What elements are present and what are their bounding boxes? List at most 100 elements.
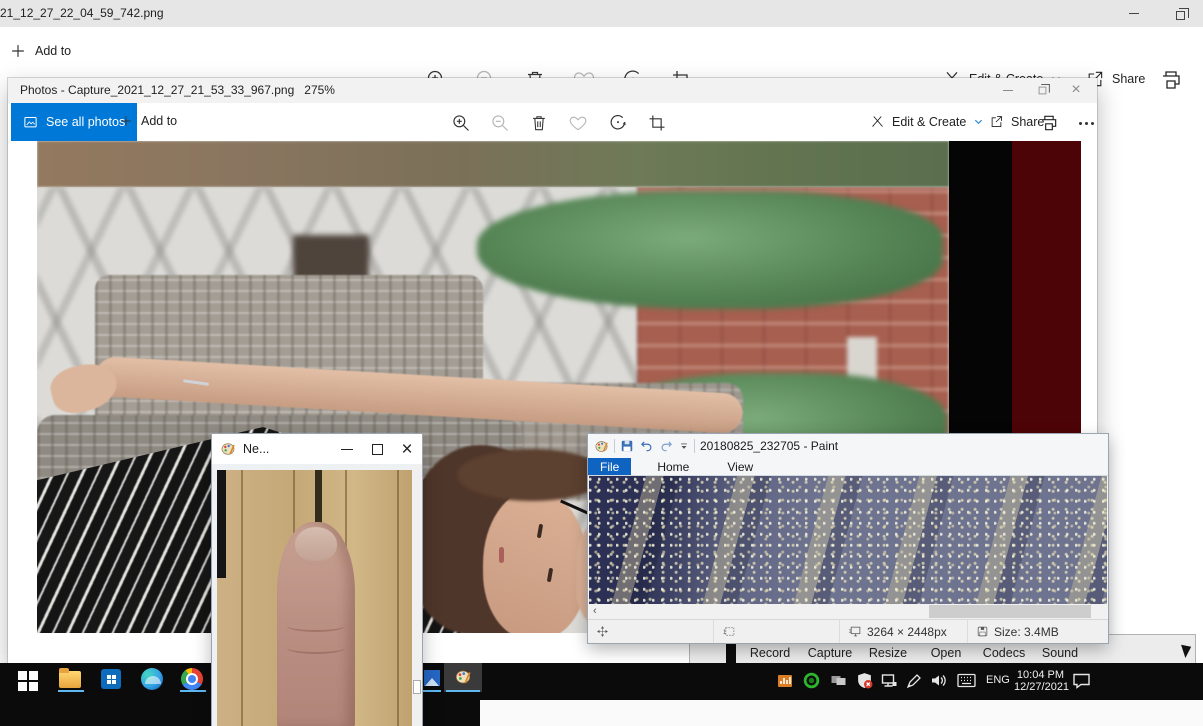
scrollbar-thumb[interactable] <box>929 605 1091 618</box>
small-paint-canvas <box>212 464 422 726</box>
resize-button[interactable]: Resize <box>869 646 907 660</box>
codecs-button[interactable]: Codecs <box>983 646 1025 660</box>
photo-green-tree-top <box>477 191 943 309</box>
mouse-cursor <box>1181 642 1194 658</box>
sound-button[interactable]: Sound <box>1042 646 1078 660</box>
paint-app-icon <box>220 441 236 457</box>
small-paint-vertical-scrollbar[interactable] <box>412 464 422 726</box>
minimize-icon <box>1003 90 1013 91</box>
outer-minimize-button[interactable] <box>1117 2 1151 24</box>
ethernet-network-icon <box>881 673 898 689</box>
capture-button[interactable]: Capture <box>808 646 852 660</box>
outer-photos-toolbar: Add to Edit & Create Share <box>0 27 1203 78</box>
undo-icon[interactable] <box>639 439 654 453</box>
inner-add-to-button[interactable]: Add to <box>118 113 177 129</box>
language-indicator[interactable]: ENG <box>986 674 1010 686</box>
separator <box>694 439 695 453</box>
paint-app-icon <box>454 668 472 686</box>
start-button[interactable] <box>18 671 38 691</box>
file-size: Size: 3.4MB <box>994 625 1059 639</box>
disk-size-icon <box>976 625 989 638</box>
taskbar-paint-active[interactable] <box>444 663 482 692</box>
open-button[interactable]: Open <box>931 646 962 660</box>
photo-lips <box>499 547 504 563</box>
tray-volume[interactable] <box>930 672 948 694</box>
inner-share-button[interactable]: Share <box>989 114 1044 129</box>
inner-minimize-button[interactable] <box>991 79 1025 101</box>
delete-icon[interactable] <box>529 113 549 133</box>
tab-home[interactable]: Home <box>645 458 701 475</box>
taskbar-edge[interactable] <box>141 668 163 690</box>
print-icon[interactable] <box>1159 68 1183 92</box>
small-maximize-button[interactable] <box>362 438 392 460</box>
chevron-down-icon <box>973 116 984 127</box>
zoom-in-icon[interactable] <box>451 113 471 133</box>
small-close-button[interactable]: × <box>392 438 422 460</box>
paint-window-title: 20180825_232705 - Paint <box>700 439 838 453</box>
action-center-icon <box>1072 672 1091 689</box>
photos-app-icon <box>424 670 440 686</box>
action-center-button[interactable] <box>1072 672 1091 694</box>
tray-recorder-status[interactable] <box>803 672 820 694</box>
record-button[interactable]: Record <box>750 646 790 660</box>
outer-restore-button[interactable] <box>1163 4 1197 26</box>
pen-input-icon <box>906 673 922 689</box>
tray-display[interactable] <box>830 673 847 694</box>
inner-restore-button[interactable] <box>1025 79 1059 101</box>
paint-horizontal-scrollbar[interactable]: ‹ <box>589 604 1107 619</box>
close-icon: × <box>401 440 412 459</box>
save-icon[interactable] <box>620 439 634 453</box>
tray-pen[interactable] <box>906 673 922 694</box>
inner-edit-create-button[interactable]: Edit & Create <box>870 114 984 129</box>
small-window-title: Ne... <box>243 442 269 456</box>
explorer-open-underline <box>58 690 84 692</box>
tray-touch-keyboard[interactable] <box>957 673 976 693</box>
taskbar-photos[interactable] <box>424 670 440 686</box>
image-dimensions-cell: 1 3264 × 2448px <box>840 620 968 643</box>
plus-icon <box>8 41 28 61</box>
chrome-open-underline <box>180 690 206 692</box>
tab-file[interactable]: File <box>588 458 631 475</box>
paint-app-icon <box>594 439 609 454</box>
scroll-left-arrow-icon[interactable]: ‹ <box>593 605 597 617</box>
keyboard-icon <box>957 673 976 688</box>
outer-add-to-button[interactable]: Add to <box>8 41 71 61</box>
edit-create-icon <box>870 114 885 129</box>
small-minimize-button[interactable] <box>332 438 362 460</box>
chart-tray-icon <box>777 673 793 689</box>
tray-app-chart[interactable] <box>777 673 793 694</box>
taskbar-chrome[interactable] <box>181 668 203 690</box>
small-paint-titlebar: Ne... × <box>212 434 422 464</box>
tab-view[interactable]: View <box>715 458 765 475</box>
finger-photo-knuckle-crease <box>287 620 345 632</box>
taskbar-file-explorer[interactable] <box>59 671 81 688</box>
crop-icon[interactable] <box>647 113 667 133</box>
outer-photos-titlebar: 21_12_27_22_04_59_742.png <box>0 0 1203 27</box>
print-icon[interactable] <box>1039 113 1059 133</box>
cursor-position-cell <box>588 620 714 643</box>
chrome-icon <box>181 668 203 690</box>
defender-shield-icon <box>856 672 873 689</box>
inner-close-button[interactable]: × <box>1059 79 1093 101</box>
zoom-out-icon[interactable] <box>490 113 510 133</box>
see-more-icon[interactable] <box>1079 122 1094 125</box>
rotate-icon[interactable] <box>608 113 628 133</box>
edge-icon <box>141 668 163 690</box>
taskbar-store[interactable] <box>101 669 121 689</box>
paint-ribbon-tabs: File Home View <box>588 458 1108 476</box>
taskbar-clock[interactable]: 10:04 PM 12/27/2021 <box>1014 669 1064 693</box>
paint-window: 20180825_232705 - Paint File Home View ‹… <box>588 434 1108 643</box>
small-paint-window: Ne... × <box>212 434 422 726</box>
svg-text:1: 1 <box>849 629 852 635</box>
paint-canvas-image <box>589 476 1107 604</box>
finger-photo-knuckle-crease <box>287 642 345 654</box>
qat-dropdown-icon[interactable] <box>679 441 689 451</box>
windows-logo-icon <box>18 671 38 691</box>
maximize-icon <box>372 444 383 455</box>
favorite-heart-icon[interactable] <box>568 113 588 133</box>
tray-security[interactable] <box>856 672 873 694</box>
selection-size-icon: 1 <box>722 625 736 638</box>
scrollbar-thumb[interactable] <box>413 680 421 694</box>
redo-icon[interactable] <box>659 439 674 453</box>
tray-network[interactable] <box>881 673 898 694</box>
